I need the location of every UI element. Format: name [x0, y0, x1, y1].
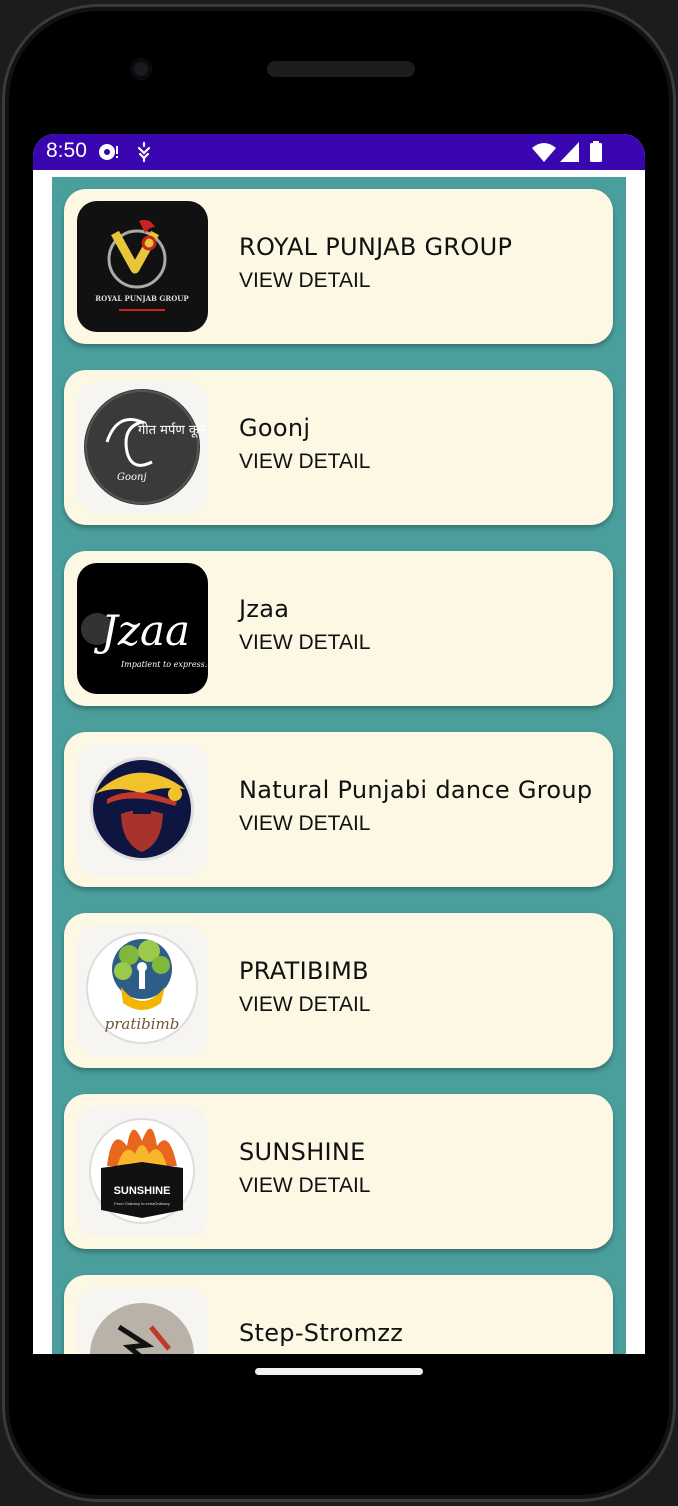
group-title: Goonj — [239, 414, 311, 442]
group-logo — [77, 1287, 208, 1354]
svg-text:Jzaa: Jzaa — [93, 606, 190, 655]
wifi-icon — [532, 143, 556, 162]
svg-text:pratibimb: pratibimb — [105, 1015, 180, 1033]
group-logo: Jzaa Impatient to express... — [77, 563, 208, 694]
list-item[interactable]: Jzaa Impatient to express... Jzaa VIEW D… — [64, 551, 613, 706]
view-detail-link[interactable]: VIEW DETAIL — [239, 1174, 370, 1198]
group-title: PRATIBIMB — [239, 957, 369, 985]
svg-text:From Ordinary to extraOrdinary: From Ordinary to extraOrdinary — [114, 1201, 170, 1206]
group-title: Natural Punjabi dance Group — [239, 776, 593, 804]
status-bar: 8:50 — [33, 134, 645, 170]
app-screen: 8:50 ROYAL PUNJAB GROUP ROYAL PUNJAB GRO… — [33, 134, 645, 1354]
group-title: Step-Stromzz — [239, 1319, 404, 1347]
notification-icon — [99, 144, 118, 160]
view-detail-link[interactable]: VIEW DETAIL — [239, 812, 370, 836]
debug-icon — [137, 141, 151, 163]
group-logo — [77, 744, 208, 875]
battery-icon — [590, 141, 602, 162]
view-detail-link[interactable]: VIEW DETAIL — [239, 269, 370, 293]
list-item[interactable]: ROYAL PUNJAB GROUP ROYAL PUNJAB GROUP VI… — [64, 189, 613, 344]
svg-text:SUNSHINE: SUNSHINE — [114, 1185, 171, 1197]
view-detail-link[interactable]: VIEW DETAIL — [239, 450, 370, 474]
svg-text:Impatient to express...: Impatient to express... — [120, 660, 208, 669]
home-indicator[interactable] — [255, 1368, 423, 1375]
view-detail-link[interactable]: VIEW DETAIL — [239, 631, 370, 655]
cellular-signal-icon — [560, 142, 579, 162]
front-camera — [130, 58, 152, 80]
group-logo: pratibimb — [77, 925, 208, 1056]
list-item[interactable]: SUNSHINE From Ordinary to extraOrdinary … — [64, 1094, 613, 1249]
svg-text:ROYAL PUNJAB GROUP: ROYAL PUNJAB GROUP — [95, 294, 189, 303]
status-time: 8:50 — [46, 139, 87, 162]
group-title: Jzaa — [239, 595, 290, 623]
list-item[interactable]: गीत मर्पण कून Goonj Goonj VIEW DETAIL — [64, 370, 613, 525]
group-title: ROYAL PUNJAB GROUP — [239, 233, 513, 261]
earpiece-speaker — [267, 61, 415, 77]
list-item[interactable]: Step-Stromzz — [64, 1275, 613, 1354]
view-detail-link[interactable]: VIEW DETAIL — [239, 993, 370, 1017]
svg-text:Goonj: Goonj — [117, 472, 147, 483]
list-item[interactable]: pratibimb PRATIBIMB VIEW DETAIL — [64, 913, 613, 1068]
group-logo: ROYAL PUNJAB GROUP — [77, 201, 208, 332]
group-logo: SUNSHINE From Ordinary to extraOrdinary — [77, 1106, 208, 1237]
svg-text:गीत मर्पण कून: गीत मर्पण कून — [138, 422, 207, 438]
group-logo: गीत मर्पण कून Goonj — [77, 382, 208, 513]
device-frame: 8:50 ROYAL PUNJAB GROUP ROYAL PUNJAB GRO… — [2, 4, 676, 1502]
list-item[interactable]: Natural Punjabi dance Group VIEW DETAIL — [64, 732, 613, 887]
group-title: SUNSHINE — [239, 1138, 366, 1166]
